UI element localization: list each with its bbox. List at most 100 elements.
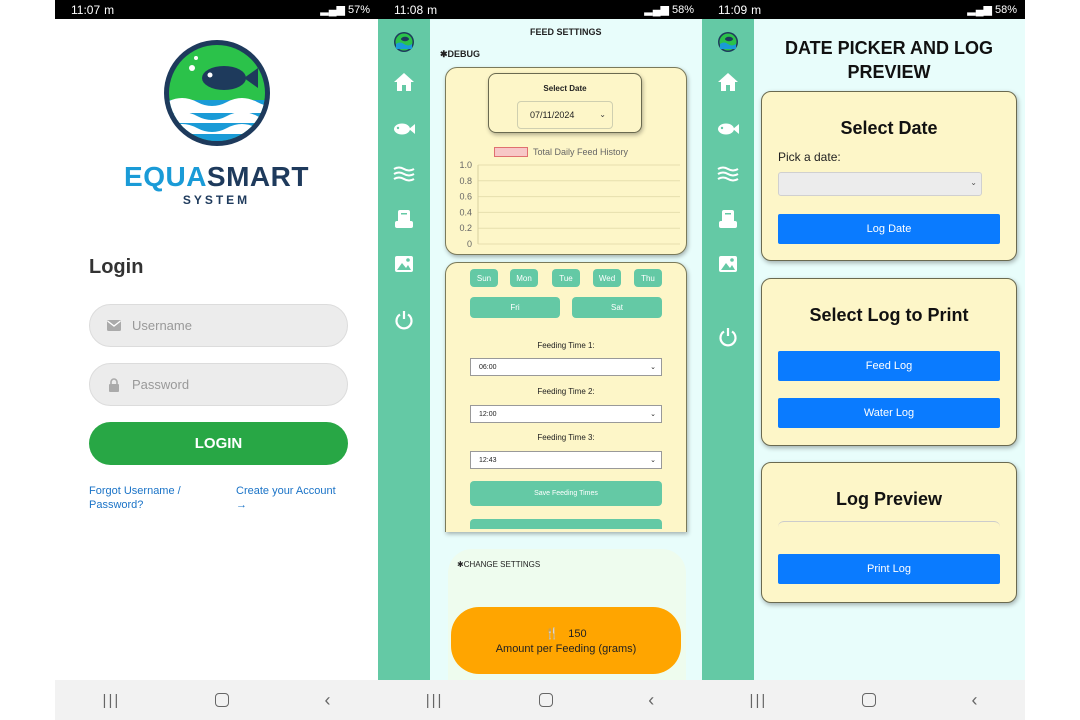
android-navbar: ||| ‹: [55, 680, 378, 720]
page-title: FEED SETTINGS: [530, 27, 602, 37]
image-icon[interactable]: [702, 255, 754, 273]
side-nav-rail: [702, 19, 754, 680]
day-button-sun[interactable]: Sun: [470, 269, 498, 287]
log-icon[interactable]: [702, 209, 754, 229]
water-log-button[interactable]: Water Log: [778, 398, 1000, 428]
forgot-line-1: Forgot Username /: [89, 485, 181, 497]
status-extra: m: [427, 2, 438, 17]
home-nav-icon[interactable]: [215, 693, 230, 707]
legend-swatch: [494, 147, 528, 157]
brand-part1: EQUA: [124, 161, 207, 192]
chart-y-tick-label: 0.2: [459, 223, 472, 233]
pick-date-label: Pick a date:: [778, 150, 841, 164]
recent-apps-icon[interactable]: |||: [103, 692, 121, 709]
status-extra: m: [751, 2, 762, 17]
gear-icon: ✱: [440, 49, 448, 59]
screenshot-stage: 11:07 m ▂▄▆ 57% EQUASMART SYSTEM Login U…: [0, 0, 1080, 720]
day-button-sat[interactable]: Sat: [572, 297, 662, 318]
partial-button[interactable]: [470, 519, 662, 529]
status-bar: 11:07 m ▂▄▆ 57%: [55, 0, 378, 19]
power-icon[interactable]: [702, 327, 754, 347]
day-button-thu[interactable]: Thu: [634, 269, 662, 287]
password-field[interactable]: Password: [89, 363, 348, 406]
fish-icon[interactable]: [378, 122, 430, 136]
app-logo-icon[interactable]: [378, 31, 430, 53]
feeding-time-3-select[interactable]: 12:43 ⌄: [470, 451, 662, 469]
feeding-time-1-select[interactable]: 06:00 ⌄: [470, 358, 662, 376]
forgot-line-2: Password?: [89, 499, 144, 511]
select-date-card: Select Date Pick a date: ⌄ Log Date: [761, 91, 1017, 261]
amount-per-feeding[interactable]: 🍴 150 Amount per Feeding (grams): [451, 607, 681, 674]
home-icon[interactable]: [378, 72, 430, 92]
image-icon[interactable]: [378, 255, 430, 273]
log-date-button[interactable]: Log Date: [778, 214, 1000, 244]
debug-toggle[interactable]: ✱DEBUG: [440, 49, 480, 60]
home-nav-icon[interactable]: [862, 693, 877, 707]
chart-grid: [477, 164, 680, 245]
power-icon[interactable]: [378, 310, 430, 330]
feed-history-chart: 1.0 0.8 0.6 0.4 0.2 0: [459, 160, 680, 249]
recent-apps-icon[interactable]: |||: [426, 692, 444, 709]
status-time: 11:09: [718, 2, 748, 17]
battery-level: 58%: [994, 3, 1017, 16]
feeding-time-3-value: 12:43: [479, 456, 497, 464]
day-button-wed[interactable]: Wed: [593, 269, 621, 287]
gear-icon: ✱: [457, 560, 464, 569]
save-feeding-times-button[interactable]: Save Feeding Times: [470, 481, 662, 506]
log-icon[interactable]: [378, 209, 430, 229]
feeding-time-2-value: 12:00: [479, 410, 497, 418]
battery-level: 58%: [671, 3, 694, 16]
brand-name: EQUASMART: [55, 161, 378, 193]
login-button[interactable]: LOGIN: [89, 422, 348, 465]
forgot-credentials-link[interactable]: Forgot Username / Password?: [89, 484, 181, 512]
recent-apps-icon[interactable]: |||: [750, 692, 768, 709]
log-preview-card: Log Preview Print Log: [761, 462, 1017, 603]
water-icon[interactable]: [702, 166, 754, 182]
day-button-mon[interactable]: Mon: [510, 269, 538, 287]
amount-value: 150: [568, 628, 587, 640]
select-log-card: Select Log to Print Feed Log Water Log: [761, 278, 1017, 446]
status-bar: 11:08 m ▂▄▆ 58%: [378, 0, 702, 19]
login-title: Login: [89, 256, 144, 278]
android-navbar: ||| ‹: [378, 680, 702, 720]
signal-icon: ▂▄▆: [967, 4, 992, 16]
date-picker-input[interactable]: ⌄: [778, 172, 982, 196]
chevron-down-icon: ⌄: [650, 457, 656, 464]
feeding-time-2-select[interactable]: 12:00 ⌄: [470, 405, 662, 423]
app-logo-icon[interactable]: [702, 31, 754, 53]
log-preview-heading: Log Preview: [835, 489, 943, 509]
chevron-down-icon: ⌄: [970, 178, 977, 187]
username-field[interactable]: Username: [89, 304, 348, 347]
chart-y-tick-label: 0.4: [459, 207, 472, 217]
android-navbar: ||| ‹: [702, 680, 1025, 720]
amount-label: Amount per Feeding (grams): [495, 643, 637, 655]
brand-subtitle: SYSTEM: [182, 193, 251, 207]
back-icon[interactable]: ‹: [648, 690, 654, 711]
date-input[interactable]: 07/11/2024 ⌄: [517, 101, 613, 129]
change-settings-label: CHANGE SETTINGS: [463, 560, 541, 569]
change-settings-header[interactable]: ✱CHANGE SETTINGS: [457, 560, 540, 569]
day-button-fri[interactable]: Fri: [470, 297, 560, 318]
print-log-button[interactable]: Print Log: [778, 554, 1000, 584]
fish-icon[interactable]: [702, 122, 754, 136]
log-content: DATE PICKER AND LOG PREVIEW Select Date …: [702, 19, 1025, 680]
page-title: DATE PICKER AND LOG PREVIEW: [766, 36, 1012, 84]
water-icon[interactable]: [378, 166, 430, 182]
status-time: 11:08: [394, 2, 424, 17]
back-icon[interactable]: ‹: [324, 690, 330, 711]
select-log-heading: Select Log to Print: [809, 305, 969, 325]
chart-y-tick-label: 0: [467, 239, 472, 249]
chart-legend-label: Total Daily Feed History: [533, 147, 629, 157]
status-extra: m: [104, 2, 115, 17]
chart-y-tick-label: 0.6: [459, 192, 472, 202]
phone-feed-settings: 11:08 m ▂▄▆ 58% FEED SETTINGS ✱DEBUG Selec…: [378, 0, 702, 720]
back-icon[interactable]: ‹: [971, 690, 977, 711]
home-icon[interactable]: [702, 72, 754, 92]
page-title-line-1: DATE PICKER AND LOG: [784, 38, 993, 58]
username-placeholder: Username: [132, 318, 192, 333]
day-button-tue[interactable]: Tue: [552, 269, 580, 287]
feed-log-button[interactable]: Feed Log: [778, 351, 1000, 381]
home-nav-icon[interactable]: [538, 693, 553, 707]
create-account-link[interactable]: Create your Account →: [236, 484, 336, 512]
feeding-time-1-label: Feeding Time 1:: [537, 341, 595, 350]
